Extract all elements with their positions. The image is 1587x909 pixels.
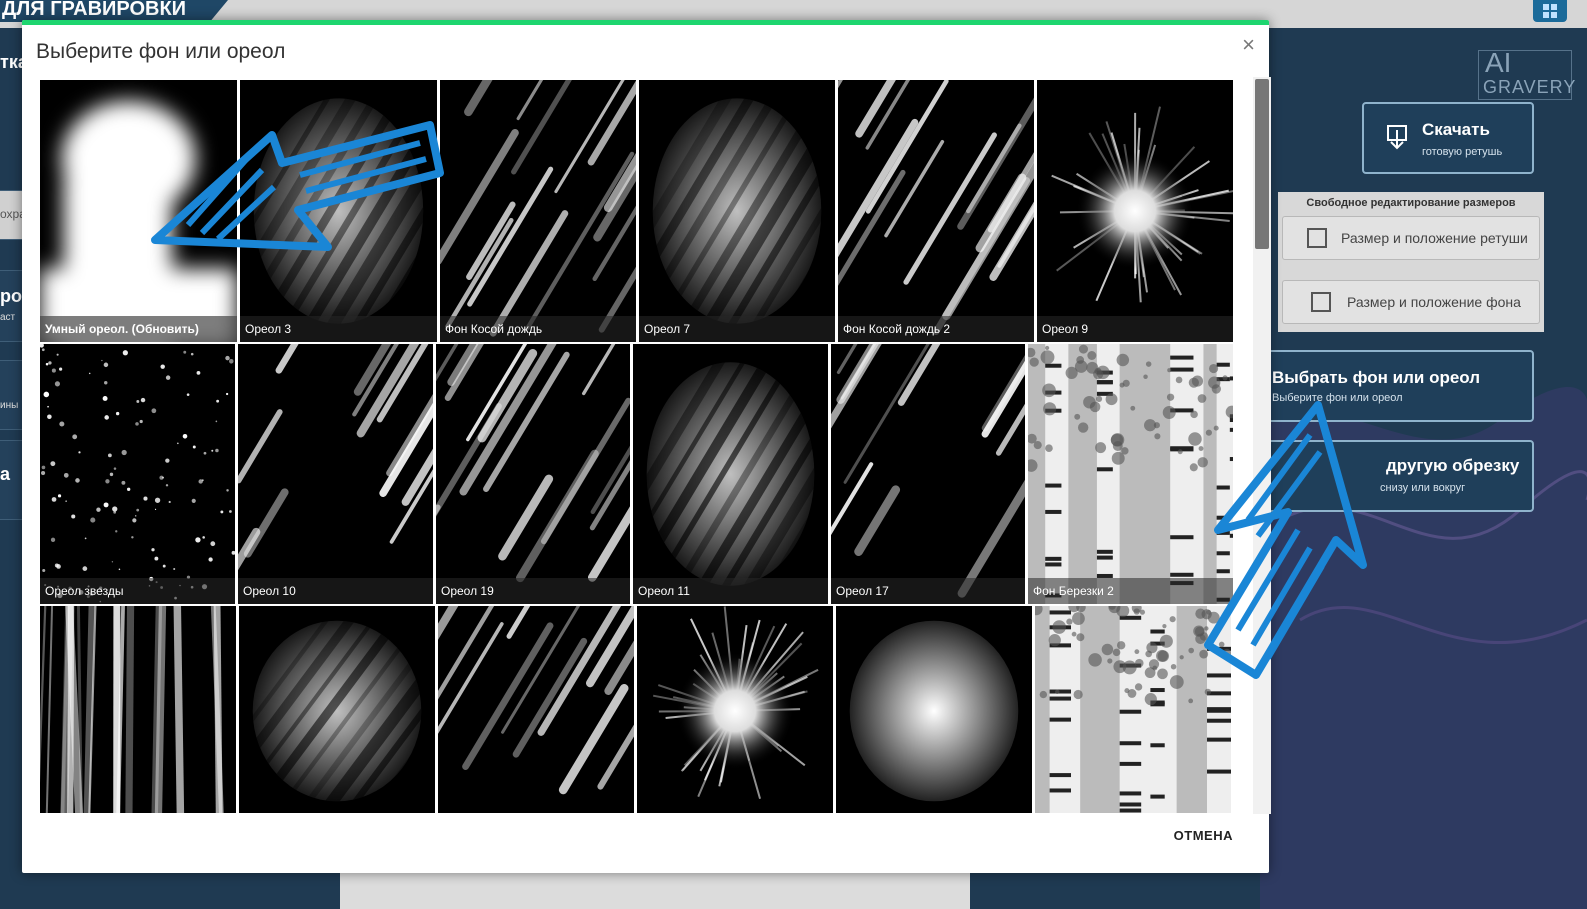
tile-label: Ореол звезды [40, 578, 235, 604]
background-size-button[interactable]: Размер и положение фона [1282, 280, 1540, 324]
tile-preview [1028, 344, 1233, 604]
resize-panel-header: Свободное редактирование размеров [1306, 197, 1516, 209]
tile-label: Ореол 10 [238, 578, 433, 604]
background-tile[interactable] [438, 606, 634, 813]
tile-preview [653, 606, 819, 800]
resize-panel: Свободное редактирование размеров Размер… [1278, 192, 1544, 332]
background-tile[interactable]: Ореол 7 [639, 80, 835, 342]
close-icon[interactable]: × [1242, 32, 1255, 58]
background-tile[interactable]: Умный ореол. (Обновить) [40, 80, 237, 342]
tile-label: Ореол 17 [831, 578, 1025, 604]
scrollbar-thumb[interactable] [1255, 79, 1269, 249]
left-item-save[interactable]: охра [0, 190, 22, 240]
tile-preview [40, 606, 224, 813]
background-tile[interactable]: Фон Косой дождь [440, 80, 636, 342]
download-button[interactable]: Скачать готовую ретушь [1362, 102, 1534, 174]
tile-preview [1035, 606, 1231, 813]
tile-preview [1051, 106, 1233, 303]
tile-label: Ореол 7 [639, 316, 835, 342]
background-tile[interactable]: Ореол 9 [1037, 80, 1233, 342]
tile-label: Ореол 11 [633, 578, 828, 604]
background-tile[interactable] [1035, 606, 1231, 813]
tile-label: Ореол 19 [436, 578, 630, 604]
tile-preview [252, 620, 422, 802]
tile-label: Фон Березки 2 [1028, 578, 1233, 604]
left-fragment-6: а [0, 464, 11, 484]
grid-icon [1543, 4, 1549, 10]
canvas-area [340, 870, 970, 909]
tile-preview [849, 620, 1019, 802]
background-tile[interactable]: Ореол 3 [240, 80, 437, 342]
left-fragment-3: ро [0, 286, 22, 306]
dialog-title: Выберите фон или ореол [36, 40, 286, 63]
tile-preview [831, 344, 1025, 598]
cancel-button[interactable]: ОТМЕНА [1174, 828, 1233, 843]
tile-preview [40, 344, 235, 603]
tile-preview [440, 80, 636, 337]
background-tile[interactable]: Фон Березки 2 [1028, 344, 1233, 604]
tile-preview [438, 606, 634, 795]
download-subtitle: готовую ретушь [1422, 146, 1503, 158]
tile-preview [838, 80, 1034, 336]
retouch-size-button[interactable]: Размер и положение ретуши [1282, 216, 1540, 260]
tile-preview [646, 362, 815, 586]
background-tile[interactable] [836, 606, 1032, 813]
left-fragment-4: аст [0, 312, 16, 323]
background-tile[interactable] [637, 606, 833, 813]
tile-label: Фон Косой дождь 2 [838, 316, 1034, 342]
background-tile[interactable] [239, 606, 435, 813]
background-tile[interactable] [40, 606, 236, 813]
tile-preview [652, 98, 822, 324]
tile-label: Умный ореол. (Обновить) [40, 316, 237, 342]
background-tile[interactable]: Ореол звезды [40, 344, 235, 604]
background-tile[interactable]: Ореол 19 [436, 344, 630, 604]
background-tile[interactable]: Фон Косой дождь 2 [838, 80, 1034, 342]
dialog-accent-bar [22, 20, 1269, 25]
choose-background-button[interactable]: Выбрать фон или ореол Выберите фон или о… [1260, 350, 1534, 422]
tile-preview [436, 344, 630, 583]
background-grid: Умный ореол. (Обновить) Ореол 3 Фон Косой … [40, 80, 1250, 813]
resize-icon [1311, 292, 1331, 312]
tile-label: Ореол 3 [240, 316, 437, 342]
tile-preview [238, 344, 433, 571]
background-tile[interactable]: Ореол 17 [831, 344, 1025, 604]
tile-label: Фон Косой дождь [440, 316, 636, 342]
download-icon [1387, 125, 1407, 150]
left-fragment-1: тка [0, 52, 22, 72]
download-title: Скачать [1422, 120, 1490, 139]
resize-icon [1307, 228, 1327, 248]
other-crop-button[interactable]: другую обрезку снизу или вокруг [1260, 440, 1534, 512]
grid-menu-button[interactable] [1533, 0, 1567, 22]
app-title: ДЛЯ ГРАВИРОВКИ [0, 0, 228, 22]
background-tile[interactable]: Ореол 11 [633, 344, 828, 604]
tile-preview [40, 100, 237, 342]
left-item-3[interactable] [0, 360, 22, 430]
background-picker-dialog: Выберите фон или ореол × Умный ореол. (О… [22, 20, 1271, 873]
left-fragment-5: ины [0, 400, 19, 411]
tile-preview [253, 98, 424, 324]
grid-scrollbar[interactable] [1253, 77, 1271, 814]
gravery-logo: AI GRAVERY [1478, 49, 1575, 100]
tile-label: Ореол 9 [1037, 316, 1233, 342]
background-tile[interactable]: Ореол 10 [238, 344, 433, 604]
